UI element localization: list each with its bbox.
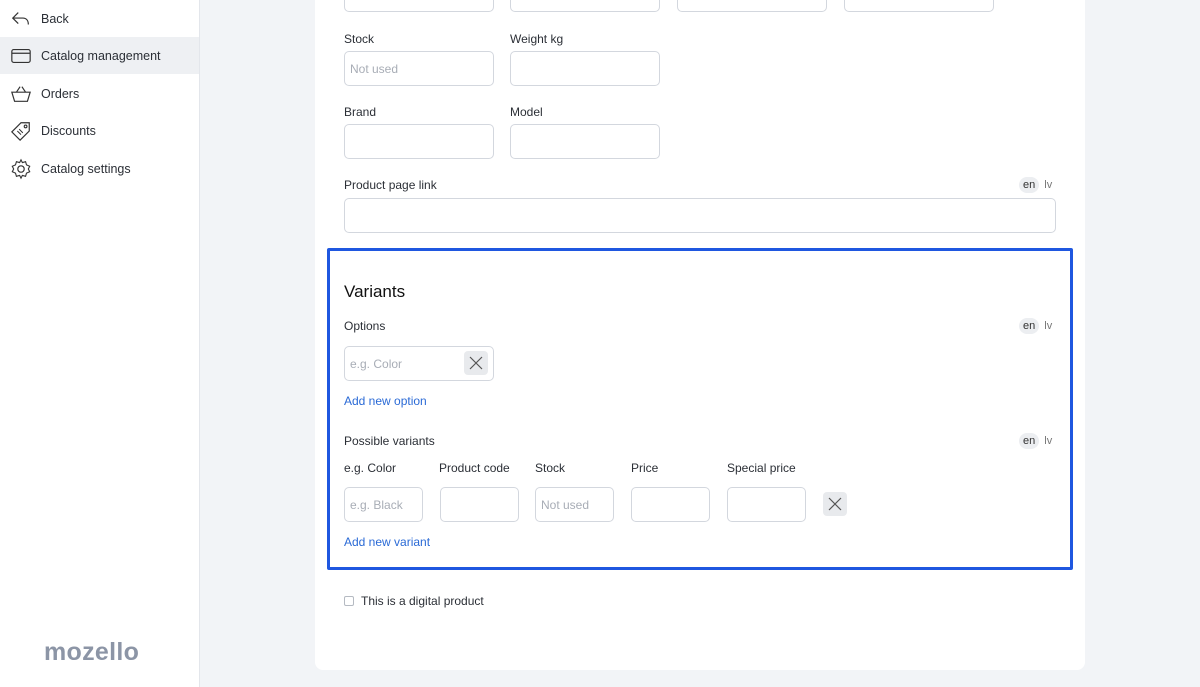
options-label: Options	[344, 319, 386, 333]
stock-label: Stock	[344, 32, 375, 46]
possible-variants-label: Possible variants	[344, 434, 435, 448]
input-partial-3[interactable]	[677, 0, 827, 12]
column-header: Product code	[439, 461, 510, 475]
sidebar-item-discounts[interactable]: Discounts	[0, 112, 199, 149]
lang-lv[interactable]: lv	[1044, 320, 1052, 332]
lang-en[interactable]: en	[1019, 318, 1040, 334]
sidebar-item-label: Discounts	[41, 123, 96, 138]
weight-input[interactable]	[510, 51, 660, 86]
brand-input[interactable]	[344, 124, 494, 159]
folder-icon	[11, 48, 31, 63]
close-icon	[469, 356, 483, 370]
sidebar-item-label: Back	[41, 11, 69, 26]
sidebar-item-label: Orders	[41, 86, 80, 101]
sidebar-item-catalog-management[interactable]: Catalog management	[0, 37, 199, 74]
variant-special-price-input[interactable]	[727, 487, 806, 522]
product-link-input[interactable]	[344, 198, 1056, 233]
sidebar-item-label: Catalog settings	[41, 161, 131, 176]
lang-en[interactable]: en	[1019, 177, 1040, 193]
variants-title: Variants	[344, 282, 406, 301]
lang-en[interactable]: en	[1019, 433, 1040, 449]
weight-label: Weight kg	[510, 32, 564, 46]
variant-color-input[interactable]	[344, 487, 423, 522]
digital-product-label: This is a digital product	[361, 594, 484, 608]
sidebar-item-label: Catalog management	[41, 48, 161, 63]
stock-input[interactable]	[344, 51, 494, 86]
variant-price-input[interactable]	[631, 487, 710, 522]
language-switch: en lv	[1019, 318, 1052, 334]
model-label: Model	[510, 105, 543, 119]
brand-label: Brand	[344, 105, 377, 119]
mozello-logo: mozello	[44, 638, 140, 666]
sidebar-item-catalog-settings[interactable]: Catalog settings	[0, 150, 199, 187]
digital-product-checkbox[interactable]	[344, 596, 354, 606]
column-header: Price	[631, 461, 659, 475]
column-header: Special price	[727, 461, 796, 475]
input-partial-2[interactable]	[510, 0, 660, 12]
input-partial-1[interactable]	[344, 0, 494, 12]
tag-icon	[10, 121, 30, 141]
sidebar-item-back[interactable]: Back	[0, 0, 199, 37]
language-switch: en lv	[1019, 177, 1052, 193]
add-option-link[interactable]: Add new option	[344, 394, 427, 408]
remove-option-button[interactable]	[464, 351, 488, 375]
gear-icon	[11, 158, 31, 179]
sidebar-item-orders[interactable]: Orders	[0, 75, 199, 112]
column-header: Stock	[535, 461, 566, 475]
language-switch: en lv	[1019, 433, 1052, 449]
basket-icon	[11, 85, 31, 102]
variant-code-input[interactable]	[440, 487, 519, 522]
close-icon	[828, 497, 842, 511]
add-variant-link[interactable]: Add new variant	[344, 535, 430, 549]
input-partial-4[interactable]	[844, 0, 994, 12]
sidebar: Back Catalog management Orders Discounts…	[0, 0, 200, 687]
product-link-label: Product page link	[344, 178, 437, 192]
back-arrow-icon	[11, 11, 29, 25]
remove-variant-button[interactable]	[823, 492, 847, 516]
variant-stock-input[interactable]	[535, 487, 614, 522]
model-input[interactable]	[510, 124, 660, 159]
column-header: e.g. Color	[344, 461, 397, 475]
lang-lv[interactable]: lv	[1044, 179, 1052, 191]
lang-lv[interactable]: lv	[1044, 435, 1052, 447]
